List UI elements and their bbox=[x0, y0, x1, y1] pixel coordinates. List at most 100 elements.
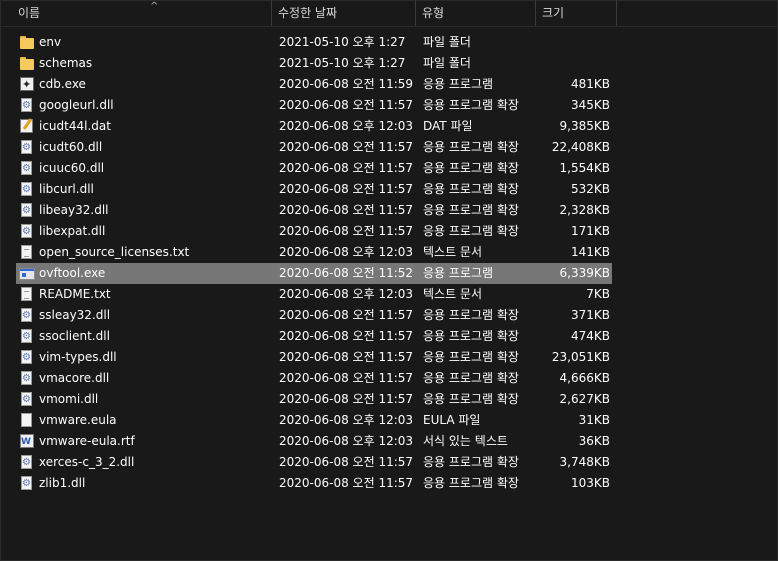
dll-icon bbox=[21, 158, 32, 179]
dll-icon bbox=[21, 389, 32, 410]
file-icon-cell bbox=[19, 432, 35, 453]
file-icon-cell bbox=[19, 452, 35, 473]
file-type: 텍스트 문서 bbox=[423, 245, 483, 259]
dll-icon bbox=[21, 179, 32, 200]
file-date: 2020-06-08 오전 11:57 bbox=[279, 161, 414, 175]
dll-icon bbox=[21, 347, 32, 368]
file-icon-cell bbox=[19, 266, 35, 281]
text-file-icon bbox=[21, 245, 32, 259]
file-icon-cell bbox=[19, 326, 35, 347]
file-row[interactable]: libeay32.dll 2020-06-08 오전 11:57 응용 프로그램 확… bbox=[16, 200, 612, 221]
file-name: icuuc60.dll bbox=[39, 161, 105, 175]
file-type: DAT 파일 bbox=[423, 119, 473, 133]
dll-icon bbox=[21, 221, 32, 242]
file-row[interactable]: xerces-c_3_2.dll 2020-06-08 오전 11:57 응용 프로… bbox=[16, 452, 612, 473]
file-type: 응용 프로그램 확장 bbox=[423, 182, 519, 196]
file-icon-cell bbox=[19, 95, 35, 116]
column-header-bar: 이름 ^ 수정한 날짜 유형 크기 bbox=[0, 0, 778, 27]
file-size: 4,666KB bbox=[559, 371, 610, 385]
file-name: zlib1.dll bbox=[39, 476, 86, 490]
file-name: vmomi.dll bbox=[39, 392, 99, 406]
rtf-document-icon bbox=[20, 432, 34, 453]
file-row[interactable]: cdb.exe 2020-06-08 오전 11:59 응용 프로그램 481KB bbox=[16, 74, 612, 95]
file-size: 9,385KB bbox=[559, 119, 610, 133]
dat-file-icon bbox=[20, 119, 33, 133]
file-type: 응용 프로그램 확장 bbox=[423, 476, 519, 490]
file-row[interactable]: ssoclient.dll 2020-06-08 오전 11:57 응용 프로그램 … bbox=[16, 326, 612, 347]
file-date: 2020-06-08 오전 11:57 bbox=[279, 371, 414, 385]
file-name: README.txt bbox=[39, 287, 111, 301]
file-row[interactable]: libexpat.dll 2020-06-08 오전 11:57 응용 프로그램 확… bbox=[16, 221, 612, 242]
file-type: 응용 프로그램 확장 bbox=[423, 350, 519, 364]
folder-icon bbox=[19, 56, 35, 71]
file-name: ssleay32.dll bbox=[39, 308, 111, 322]
file-type: 응용 프로그램 bbox=[423, 77, 494, 91]
file-row[interactable]: vim-types.dll 2020-06-08 오전 11:57 응용 프로그램 … bbox=[16, 347, 612, 368]
file-date: 2020-06-08 오후 12:03 bbox=[279, 287, 414, 301]
file-type: 응용 프로그램 bbox=[423, 266, 494, 280]
file-row[interactable]: googleurl.dll 2020-06-08 오전 11:57 응용 프로그램 … bbox=[16, 95, 612, 116]
file-name: schemas bbox=[39, 56, 93, 70]
file-size: 474KB bbox=[570, 329, 610, 343]
file-size: 481KB bbox=[570, 77, 610, 91]
file-date: 2021-05-10 오후 1:27 bbox=[279, 35, 406, 49]
file-size: 1,554KB bbox=[559, 161, 610, 175]
file-date: 2020-06-08 오후 12:03 bbox=[279, 413, 414, 427]
file-name: env bbox=[39, 35, 62, 49]
file-row[interactable]: icuuc60.dll 2020-06-08 오전 11:57 응용 프로그램 확장… bbox=[16, 158, 612, 179]
file-row[interactable]: schemas 2021-05-10 오후 1:27 파일 폴더 bbox=[16, 53, 612, 74]
dll-icon bbox=[21, 368, 32, 389]
file-icon-cell bbox=[19, 119, 35, 134]
file-date: 2020-06-08 오전 11:57 bbox=[279, 182, 414, 196]
file-row[interactable]: env 2021-05-10 오후 1:27 파일 폴더 bbox=[16, 32, 612, 53]
file-type: 파일 폴더 bbox=[423, 35, 471, 49]
file-size: 6,339KB bbox=[559, 266, 610, 280]
file-row[interactable]: zlib1.dll 2020-06-08 오전 11:57 응용 프로그램 확장 10… bbox=[16, 473, 612, 494]
column-label-type: 유형 bbox=[422, 6, 445, 20]
file-name: libcurl.dll bbox=[39, 182, 94, 196]
exe-icon bbox=[20, 74, 34, 95]
file-row[interactable]: README.txt 2020-06-08 오후 12:03 텍스트 문서 7KB bbox=[16, 284, 612, 305]
file-name: vmware-eula.rtf bbox=[39, 434, 135, 448]
file-date: 2020-06-08 오후 12:03 bbox=[279, 434, 414, 448]
column-header-name[interactable]: 이름 ^ bbox=[12, 0, 272, 26]
file-name: vmware.eula bbox=[39, 413, 117, 427]
file-row[interactable]: libcurl.dll 2020-06-08 오전 11:57 응용 프로그램 확장… bbox=[16, 179, 612, 200]
file-name: vim-types.dll bbox=[39, 350, 117, 364]
file-row[interactable]: icudt60.dll 2020-06-08 오전 11:57 응용 프로그램 확장… bbox=[16, 137, 612, 158]
column-label-size: 크기 bbox=[542, 6, 565, 20]
file-icon-cell bbox=[19, 35, 35, 50]
file-type: 응용 프로그램 확장 bbox=[423, 161, 519, 175]
file-name: libexpat.dll bbox=[39, 224, 106, 238]
file-row[interactable]: vmware-eula.rtf 2020-06-08 오후 12:03 서식 있는 … bbox=[16, 431, 612, 453]
file-row[interactable]: vmacore.dll 2020-06-08 오전 11:57 응용 프로그램 확장… bbox=[16, 368, 612, 389]
file-row[interactable]: vmware.eula 2020-06-08 오후 12:03 EULA 파일 31K… bbox=[16, 410, 612, 431]
file-name: xerces-c_3_2.dll bbox=[39, 455, 135, 469]
dll-icon bbox=[21, 95, 32, 116]
column-header-type[interactable]: 유형 bbox=[416, 0, 536, 26]
file-date: 2020-06-08 오전 11:57 bbox=[279, 203, 414, 217]
column-header-size[interactable]: 크기 bbox=[536, 0, 617, 26]
file-row[interactable]: open_source_licenses.txt 2020-06-08 오후 12… bbox=[16, 242, 612, 263]
file-size: 103KB bbox=[570, 476, 610, 490]
file-icon-cell bbox=[19, 179, 35, 200]
file-row[interactable]: ssleay32.dll 2020-06-08 오전 11:57 응용 프로그램 확… bbox=[16, 305, 612, 326]
folder-icon bbox=[19, 35, 35, 50]
file-type: 응용 프로그램 확장 bbox=[423, 224, 519, 238]
file-type: 서식 있는 텍스트 bbox=[423, 434, 508, 448]
file-size: 345KB bbox=[570, 98, 610, 112]
file-size: 31KB bbox=[578, 413, 610, 427]
file-name: icudt44l.dat bbox=[39, 119, 111, 133]
file-row[interactable]: vmomi.dll 2020-06-08 오전 11:57 응용 프로그램 확장 2,… bbox=[16, 389, 612, 410]
file-date: 2020-06-08 오전 11:57 bbox=[279, 350, 414, 364]
file-row[interactable]: icudt44l.dat 2020-06-08 오후 12:03 DAT 파일 9,3… bbox=[16, 116, 612, 137]
file-icon-cell bbox=[19, 287, 35, 302]
column-header-date[interactable]: 수정한 날짜 bbox=[272, 0, 416, 26]
file-date: 2020-06-08 오전 11:52 bbox=[279, 266, 414, 280]
file-icon-cell bbox=[19, 389, 35, 410]
file-date: 2020-06-08 오전 11:57 bbox=[279, 98, 414, 112]
file-name: ssoclient.dll bbox=[39, 329, 110, 343]
file-date: 2020-06-08 오전 11:57 bbox=[279, 392, 414, 406]
file-row[interactable]: ovftool.exe 2020-06-08 오전 11:52 응용 프로그램 6,3… bbox=[16, 263, 612, 284]
file-icon-cell bbox=[19, 347, 35, 368]
